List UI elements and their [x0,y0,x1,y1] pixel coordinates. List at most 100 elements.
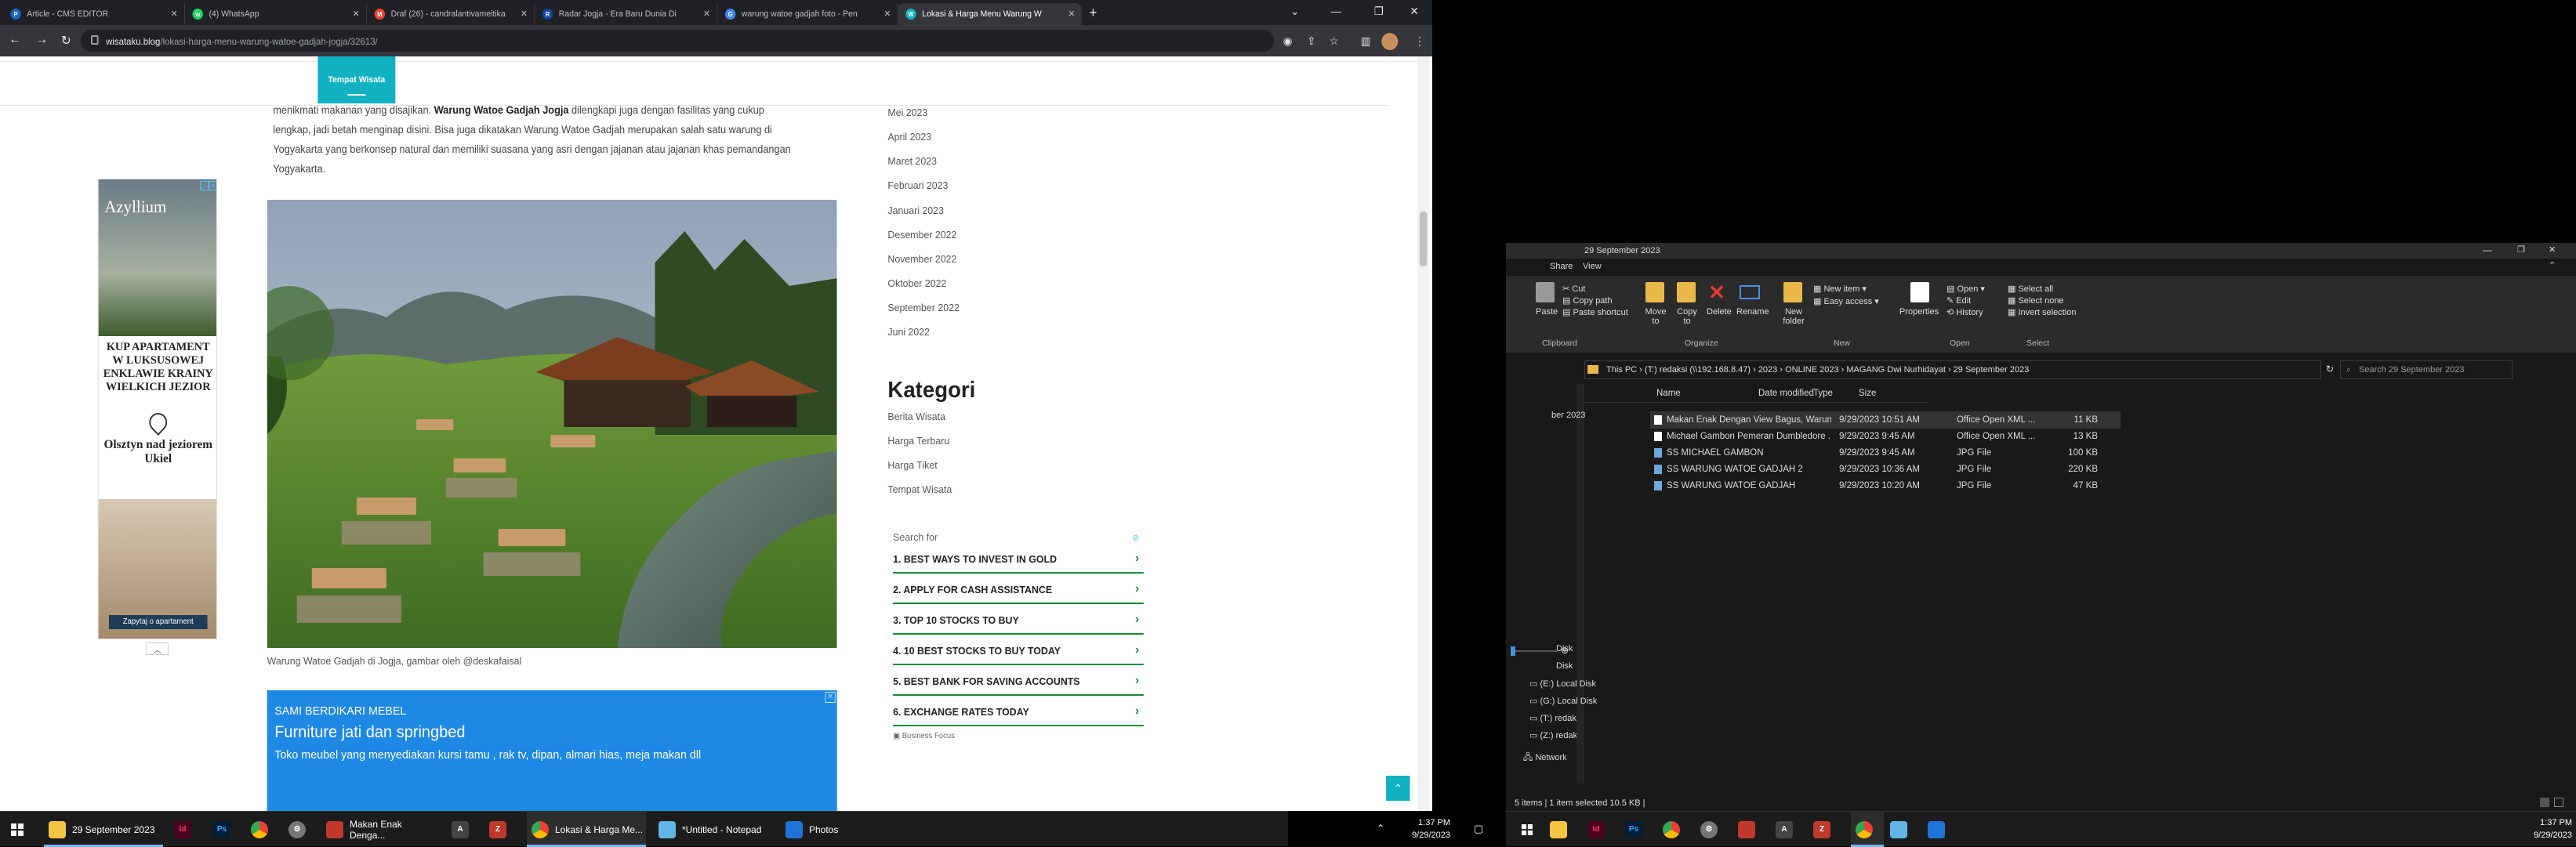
rename-icon[interactable] [1740,285,1760,299]
invert-selection-button[interactable]: ▦ Invert selection [2008,307,2076,317]
open-button[interactable]: ▤ Open ▾ [1947,284,1985,294]
history-button[interactable]: ⟲ History [1947,307,1983,317]
file-row[interactable]: SS WARUNG WATOE GADJAH 9/29/2023 10:20 AM… [1654,477,2124,494]
file-row[interactable]: SS MICHAEL GAMBON 9/29/2023 9:45 AM JPG Fi… [1654,444,2124,461]
ad-close-icon[interactable]: ✕ [209,181,216,190]
column-type[interactable]: Type [1813,389,1833,411]
close-window-button[interactable]: ✕ [1410,5,1419,18]
refresh-icon[interactable]: ↻ [2326,364,2334,375]
tab-wisataku-active[interactable]: W Lokasi & Harga Menu Warung W ✕ [898,3,1082,25]
nav-item-drive-z[interactable]: ▭ (Z:) redaksi (\\192.1( [1529,730,1576,740]
forward-arrow-icon[interactable]: → [36,33,48,47]
archive-link[interactable]: Oktober 2022 [887,277,946,289]
rename-button[interactable]: Rename [1736,307,1769,317]
category-link[interactable]: Tempat Wisata [887,483,952,495]
menu-view[interactable]: View [1583,262,1602,271]
file-row[interactable]: SS WARUNG WATOE GADJAH 2 9/29/2023 10:36 … [1654,461,2124,477]
side-panel-icon[interactable]: ▥ [1361,34,1371,48]
google-lens-icon[interactable]: ◉ [1283,34,1293,48]
taskbar-explorer[interactable] [1550,812,1573,847]
easy-access-button[interactable]: ▦ Easy access ▾ [1813,296,1879,306]
ad-close-icon[interactable]: ✕ [825,692,836,703]
ad-cta-button[interactable]: Zapytaj o apartament [108,615,208,629]
archive-link[interactable]: April 2023 [887,131,931,143]
minimize-button[interactable]: — [2483,244,2492,255]
new-item-button[interactable]: ▦ New item ▾ [1813,284,1867,294]
archive-link[interactable]: Desember 2022 [887,229,956,241]
back-to-top-button[interactable]: ⌃ [1386,776,1410,801]
search-suggestion[interactable]: 5. BEST BANK FOR SAVING ACCOUNTS › [893,668,1144,696]
close-icon[interactable]: ✕ [1068,9,1075,19]
category-link[interactable]: Berita Wisata [887,411,945,422]
bookmark-star-icon[interactable]: ☆ [1330,34,1339,48]
taskbar-photoshop[interactable]: Ps [1625,812,1649,847]
url-text[interactable]: wisataku.blog/lokasi-harga-menu-warung-w… [106,36,378,47]
search-suggestion[interactable]: 2. APPLY FOR CASH ASSISTANCE › [893,576,1144,604]
archive-link[interactable]: Mei 2023 [887,107,927,118]
tab-radar-jogja[interactable]: R Radar Jogja - Era Baru Dunia Di ✕ [535,3,718,25]
reload-icon[interactable]: ↻ [61,33,71,49]
search-suggestion[interactable]: 4. 10 BEST STOCKS TO BUY TODAY › [893,637,1144,665]
file-row[interactable]: Michael Gambon Pemeran Dumbledore ... 9/2… [1654,428,2124,444]
taskbar-notepad[interactable] [1890,812,1914,847]
close-icon[interactable]: ✕ [883,9,891,19]
move-to-button[interactable]: Move to [1644,307,1667,326]
file-row[interactable]: Makan Enak Dengan View Bagus, Warun... 9/… [1654,411,2124,428]
cut-button[interactable]: ✂ Cut [1562,284,1585,294]
taskbar-chrome-active[interactable]: Lokasi & Harga Me... [527,812,646,847]
ad-choices-icon[interactable]: ⊘ [1133,533,1140,543]
taskbar-chrome-active[interactable] [1851,812,1884,847]
move-to-icon[interactable] [1645,282,1664,302]
properties-icon[interactable] [1910,282,1929,302]
taskbar-notepad[interactable]: *Untitled - Notepad [654,812,776,847]
back-arrow-icon[interactable]: ← [9,33,20,47]
nav-item-network[interactable]: 🖧︎ Network [1523,751,1567,766]
archive-link[interactable]: September 2022 [887,302,959,313]
category-link[interactable]: Harga Terbaru [887,435,949,447]
taskbar-acrobat[interactable]: A [1776,812,1799,847]
column-name[interactable]: Name [1656,389,1681,411]
minimize-button[interactable]: — [1331,5,1341,17]
maximize-button[interactable]: ❐ [2517,244,2525,255]
ad-choices-icon[interactable]: ▷ [200,181,209,190]
menu-share[interactable]: Share [1550,262,1573,271]
zoom-in-icon[interactable]: ⊕ [1561,645,1569,656]
search-suggestion[interactable]: 1. BEST WAYS TO INVEST IN GOLD › [893,545,1144,574]
delete-button[interactable]: Delete [1707,307,1732,317]
tab-google-search[interactable]: G warung watoe gadjah foto - Pen ✕ [717,3,898,25]
start-button[interactable] [1515,812,1539,847]
taskbar-chrome[interactable] [1663,812,1686,847]
column-size[interactable]: Size [1859,389,1876,411]
select-all-button[interactable]: ▦ Select all [2008,284,2053,294]
collapse-ribbon-icon[interactable]: ⌃ [2549,260,2556,270]
taskbar-acrobat[interactable]: A [452,812,475,847]
paste-icon[interactable] [1536,282,1555,302]
paste-button[interactable]: Paste [1536,307,1558,317]
details-view-icon[interactable] [2540,798,2549,807]
taskbar-word[interactable] [1738,812,1761,847]
profile-avatar[interactable] [1381,33,1399,50]
taskbar-clock[interactable]: 1:37 PM 9/29/2023 [2525,816,2572,842]
tiles-view-icon[interactable] [2554,798,2563,807]
close-icon[interactable]: ✕ [171,9,178,19]
tray-chevron-icon[interactable]: ⌃ [1377,823,1384,834]
breadcrumb[interactable]: This PC › (T:) redaksi (\\192.168.8.47) … [1606,365,2029,375]
notification-icon[interactable]: ▢ [1474,823,1483,835]
nav-tempat-wisata[interactable]: Tempat Wisata [317,56,396,103]
archive-link[interactable]: Februari 2023 [887,179,948,191]
article-photo[interactable] [267,200,837,648]
archive-link[interactable]: Juni 2022 [887,326,930,338]
archive-link[interactable]: Januari 2023 [887,205,944,216]
properties-button[interactable]: Properties [1899,307,1939,317]
category-link[interactable]: Harga Tiket [887,459,937,471]
nav-item-drive-e[interactable]: ▭ (E:) Local Disk [1529,679,1596,689]
furniture-ad[interactable]: ✕ SAMI BERDIKARI MEBEL Furniture jati da… [267,690,837,811]
taskbar-clock[interactable]: 1:37 PM 9/29/2023 [1403,816,1450,842]
nav-item-folder[interactable]: ber 2023 [1551,411,1585,420]
azyllium-side-ad[interactable]: ▷ ✕ Azyllium KUP APARTAMENT W LUKSUSOWEJ… [97,179,217,639]
tab-whatsapp[interactable]: w (4) WhatsApp ✕ [185,3,368,25]
taskbar-photoshop[interactable]: Ps [213,812,237,847]
new-tab-button[interactable]: + [1089,5,1097,21]
paste-shortcut-button[interactable]: ▤ Paste shortcut [1562,307,1628,317]
page-scrollbar[interactable] [1417,56,1430,811]
